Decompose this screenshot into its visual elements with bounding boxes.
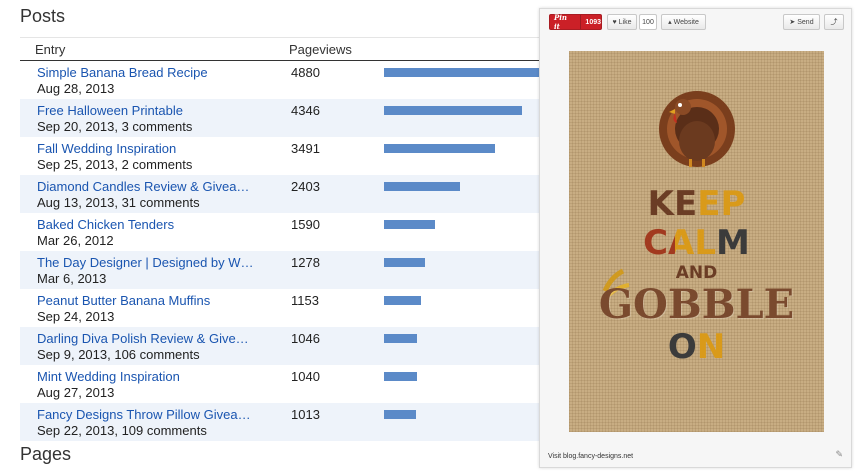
pageview-count: 4880 [291, 65, 320, 80]
pageview-bar [384, 296, 421, 305]
pageview-bar [384, 220, 435, 229]
pageview-count: 3491 [291, 141, 320, 156]
table-row: Fancy Designs Throw Pillow Givea… Sep 22,… [20, 403, 560, 441]
pageview-bar [384, 410, 416, 419]
post-title-link[interactable]: Free Halloween Printable [37, 103, 183, 118]
post-title-link[interactable]: Baked Chicken Tenders [37, 217, 174, 232]
send-icon: ➤ [789, 19, 796, 26]
post-date-comments: Sep 20, 2013, 3 comments [37, 119, 193, 134]
pin-source-link[interactable]: Visit blog.fancy-designs.net [548, 453, 633, 460]
table-row: Simple Banana Bread Recipe Aug 28, 2013 48… [20, 61, 560, 99]
poster-keep-text: KEEP [647, 184, 746, 224]
post-date-comments: Sep 25, 2013, 2 comments [37, 157, 193, 172]
post-date-comments: Aug 13, 2013, 31 comments [37, 195, 200, 210]
website-label: Website [673, 18, 699, 26]
poster-on-text: ON [667, 327, 726, 367]
send-label: Send [797, 18, 814, 26]
table-row: Peanut Butter Banana Muffins Sep 24, 2013… [20, 289, 560, 327]
post-title-link[interactable]: Peanut Butter Banana Muffins [37, 293, 210, 308]
post-title-link[interactable]: Fall Wedding Inspiration [37, 141, 176, 156]
posts-section-title: Posts [20, 6, 66, 26]
poster-line-on: ON [569, 327, 824, 367]
pageview-bar [384, 106, 522, 115]
pageview-count: 2403 [291, 179, 320, 194]
pageview-bar [384, 144, 495, 153]
pageview-count: 1040 [291, 369, 320, 384]
pageview-bar [384, 258, 425, 267]
post-date-comments: Aug 27, 2013 [37, 385, 115, 400]
pageview-bar [384, 334, 417, 343]
like-label: Like [618, 18, 632, 26]
website-button[interactable]: ▴ Website [661, 14, 706, 30]
table-row: Fall Wedding Inspiration Sep 25, 2013, 2 … [20, 137, 560, 175]
pin-it-label: Pin it [554, 13, 568, 31]
like-count: 100 [639, 14, 657, 30]
post-date-comments: Sep 22, 2013, 109 comments [37, 423, 207, 438]
pin-count: 1093 [580, 15, 601, 29]
website-icon: ▴ [668, 19, 672, 26]
table-row: Darling Diva Polish Review & Give… Sep 9,… [20, 327, 560, 365]
pageview-count: 1013 [291, 407, 320, 422]
post-title-link[interactable]: Darling Diva Polish Review & Give… [37, 331, 249, 346]
poster-line-gobble: GOBBLE [598, 281, 795, 328]
pageview-count: 1153 [291, 293, 319, 308]
pencil-icon[interactable]: ✎ [835, 449, 843, 460]
pageview-bar [384, 182, 460, 191]
post-title-link[interactable]: The Day Designer | Designed by W… [37, 255, 254, 270]
post-date-comments: Sep 9, 2013, 106 comments [37, 347, 200, 362]
table-header: Entry Pageviews [20, 37, 560, 61]
like-button[interactable]: ♥ Like [607, 14, 637, 30]
share-button[interactable]: ⤴ [824, 14, 844, 30]
table-row: Diamond Candles Review & Givea… Aug 13, 2… [20, 175, 560, 213]
table-row: Mint Wedding Inspiration Aug 27, 2013 1040 [20, 365, 560, 403]
pageview-count: 4346 [291, 103, 320, 118]
column-header-pageviews: Pageviews [289, 42, 352, 57]
share-icon: ⤴ [830, 19, 838, 26]
post-date-comments: Mar 6, 2013 [37, 271, 107, 286]
pageview-count: 1046 [291, 331, 320, 346]
poster-line-and: AND [675, 263, 718, 283]
post-date-comments: Aug 28, 2013 [37, 81, 115, 96]
posts-stats-table: Entry Pageviews Simple Banana Bread Reci… [20, 37, 560, 441]
poster-line-calm: CALM [569, 223, 824, 263]
post-title-link[interactable]: Simple Banana Bread Recipe [37, 65, 208, 80]
table-row: Free Halloween Printable Sep 20, 2013, 3 … [20, 99, 560, 137]
poster-line-keep: KEEP [569, 184, 824, 224]
pageview-bar [384, 372, 417, 381]
post-date-comments: Mar 26, 2012 [37, 233, 114, 248]
post-title-link[interactable]: Mint Wedding Inspiration [37, 369, 180, 384]
pageview-count: 1278 [291, 255, 320, 270]
pageview-bar [384, 68, 539, 77]
pin-it-button[interactable]: Pin it 1093 [549, 13, 602, 31]
pages-section-title: Pages [20, 444, 72, 464]
post-title-link[interactable]: Fancy Designs Throw Pillow Givea… [37, 407, 251, 422]
column-header-entry: Entry [35, 42, 66, 57]
poster-calm-text: CALM [643, 223, 750, 263]
pageview-count: 1590 [291, 217, 320, 232]
post-title-link[interactable]: Diamond Candles Review & Givea… [37, 179, 249, 194]
send-button[interactable]: ➤ Send [783, 14, 820, 30]
pinterest-overlay: Pin it 1093 ♥ Like 100 ▴ Website ➤ Send … [539, 8, 852, 468]
table-row: The Day Designer | Designed by W… Mar 6, … [20, 251, 560, 289]
pin-image[interactable]: KEEP CALM AND GOBBLE ON [569, 51, 824, 432]
table-row: Baked Chicken Tenders Mar 26, 2012 1590 [20, 213, 560, 251]
post-date-comments: Sep 24, 2013 [37, 309, 115, 324]
table-body: Simple Banana Bread Recipe Aug 28, 2013 48… [20, 61, 560, 441]
heart-icon: ♥ [612, 18, 617, 26]
pin-toolbar: Pin it 1093 ♥ Like 100 ▴ Website ➤ Send … [540, 9, 851, 37]
